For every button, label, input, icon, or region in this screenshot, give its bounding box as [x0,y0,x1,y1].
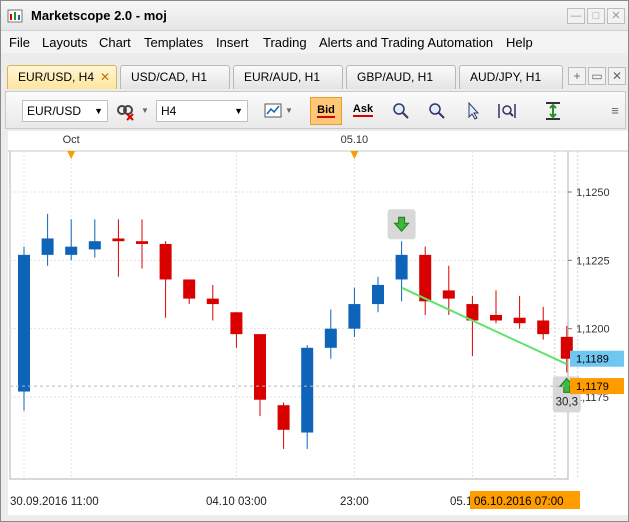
maximize-button[interactable]: □ [587,8,605,24]
candle-body [159,243,172,280]
candle-body [41,238,54,255]
menu-chart[interactable]: Chart [99,35,131,50]
tab-label: USD/CAD, H1 [131,70,208,84]
candle-body [65,246,78,255]
y-tick-label: 1,1250 [576,187,610,199]
y-tick-label: 1,1200 [576,324,610,336]
candle-body [277,405,290,430]
last-ask-label: 1,1179 [576,381,609,393]
symbol-select[interactable]: EUR/USD ▼ [22,100,108,122]
title-bar: Marketscope 2.0 - moj — □ ✕ [1,1,628,31]
candle-body [206,298,219,305]
toolbar-options-icon[interactable]: ≡ [604,100,626,122]
application-window: Marketscope 2.0 - moj — □ ✕ File Layouts… [0,0,629,522]
window-title: Marketscope 2.0 - moj [31,8,167,23]
ask-button[interactable]: Ask [348,97,378,125]
candle-body [348,304,361,329]
chevron-down-icon[interactable]: ▼ [284,100,294,122]
close-button[interactable]: ✕ [607,8,625,24]
candle-body [254,334,266,400]
menu-file[interactable]: File [9,35,30,50]
candle-body [88,241,101,250]
candle-body [324,328,337,348]
last-bid-label: 1,1189 [576,354,609,366]
tab-label: AUD/JPY, H1 [470,70,542,84]
chart-type-icon[interactable] [262,100,284,122]
restore-icon[interactable]: ▭ [588,67,606,85]
candle-body [301,347,314,433]
fit-vertical-icon[interactable] [542,100,564,122]
chart-toolbar: EUR/USD ▼ ▼ H4 ▼ ▼ Bid Ask ≡ [5,91,626,129]
pointer-icon[interactable] [462,100,484,122]
timeframe-select[interactable]: H4 ▼ [156,100,248,122]
tab-label: GBP/AUD, H1 [357,70,434,84]
candle-body [18,254,30,392]
chevron-down-icon: ▼ [94,106,103,116]
candle-body [372,284,384,305]
ask-label: Ask [352,103,374,117]
candle-body [136,241,148,244]
tab-usd-cad-h1[interactable]: USD/CAD, H1 [120,65,230,89]
tab-gbp-aud-h1[interactable]: GBP/AUD, H1 [346,65,456,89]
chart-tab-bar: EUR/USD, H4 ✕ USD/CAD, H1 EUR/AUD, H1 GB… [1,63,628,91]
x-bottom-label: 04.10 03:00 [206,496,267,508]
add-tab-icon[interactable]: + [568,67,586,85]
timeframe-value: H4 [161,104,177,118]
marketscope-app-icon [7,9,23,23]
price-chart[interactable]: 1,12501,12251,12001,1175Oct 05.1030.09.20… [8,131,628,515]
x-top-label: Oct [63,134,80,146]
menu-templates[interactable]: Templates [144,35,203,50]
cursor-date-label: 06.10.2016 07:00 [474,496,564,508]
menu-layouts[interactable]: Layouts [42,35,88,50]
candle-body [537,320,550,335]
bid-button[interactable]: Bid [310,97,342,125]
candle-body [112,238,125,242]
close-chart-icon[interactable]: ✕ [608,67,626,85]
x-bottom-label: 30.09.2016 11:00 [10,496,99,508]
symbol-value: EUR/USD [27,104,82,118]
candle-body [230,312,243,335]
zoom-in-icon[interactable] [390,100,412,122]
menu-insert[interactable]: Insert [216,35,249,50]
tab-eur-usd-h4[interactable]: EUR/USD, H4 ✕ [7,65,117,89]
tab-aud-jpy-h1[interactable]: AUD/JPY, H1 [459,65,563,89]
candle-body [395,254,408,280]
x-bottom-label: 23:00 [340,496,369,508]
chevron-down-icon: ▼ [234,106,243,116]
bid-label: Bid [317,104,335,118]
zoom-out-icon[interactable] [426,100,448,122]
candle-body [490,315,502,321]
menu-trading[interactable]: Trading [263,35,307,50]
y-tick-label: 1,1225 [576,255,610,267]
trade-label: 30,3 [556,396,578,408]
x-top-label: 05.10 [341,134,369,146]
menu-help[interactable]: Help [506,35,533,50]
tab-label: EUR/AUD, H1 [244,70,321,84]
menu-bar: File Layouts Chart Templates Insert Trad… [1,31,628,53]
candle-body [513,317,526,324]
zoom-area-icon[interactable] [496,100,518,122]
minimize-button[interactable]: — [567,8,585,24]
tab-label: EUR/USD, H4 [18,70,95,84]
candle-body [419,254,432,302]
tab-eur-aud-h1[interactable]: EUR/AUD, H1 [233,65,343,89]
tab-close-icon[interactable]: ✕ [100,66,110,88]
candle-body [183,279,196,299]
unlink-icon[interactable] [114,100,136,122]
chevron-down-icon[interactable]: ▼ [140,100,150,122]
candle-body [442,290,455,299]
menu-alerts-automation[interactable]: Alerts and Trading Automation [319,35,493,50]
